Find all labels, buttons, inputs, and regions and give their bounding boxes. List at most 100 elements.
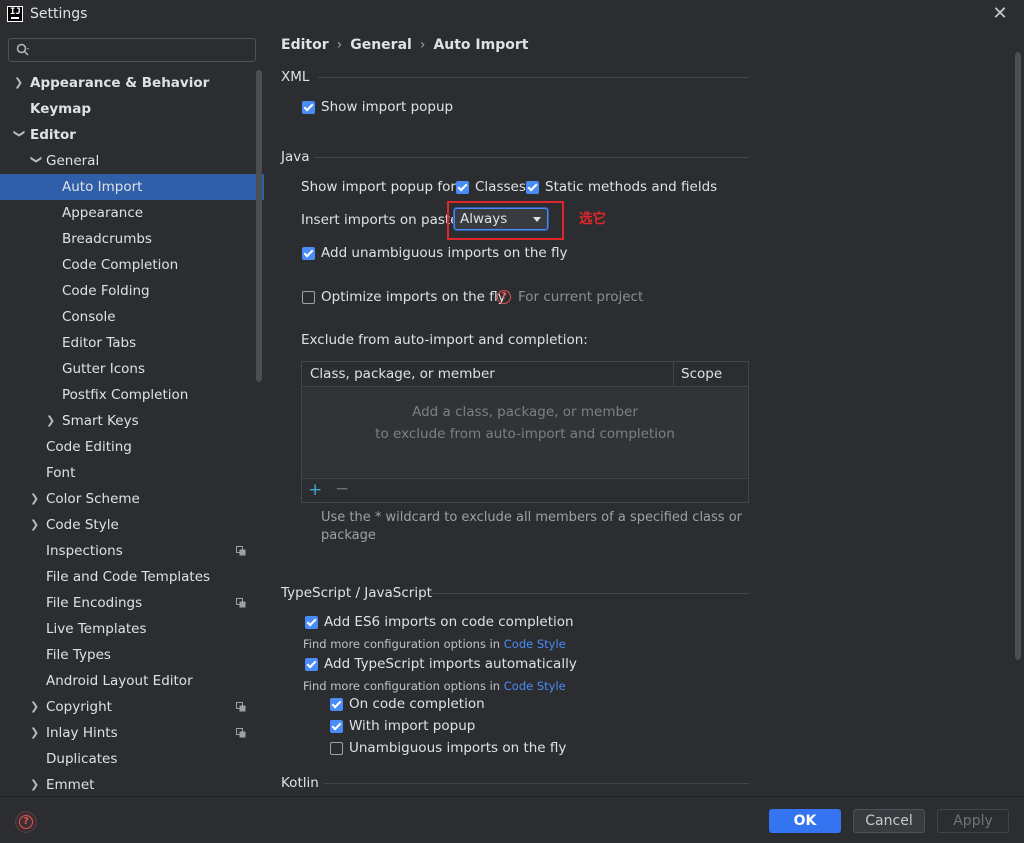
chevron-right-icon[interactable]: ❯: [30, 486, 42, 512]
settings-content: Editor › General › Auto Import XML Show impo…: [264, 30, 1024, 796]
chevron-right-icon[interactable]: ❯: [30, 720, 42, 746]
tree-item-editor-tabs[interactable]: Editor Tabs: [0, 330, 264, 356]
annotation-note: 选它: [579, 211, 606, 227]
search-input[interactable]: [35, 41, 250, 59]
chevron-right-icon[interactable]: ❯: [30, 772, 42, 798]
es6-imports-checkbox[interactable]: [305, 616, 318, 629]
optimize-imports-checkbox[interactable]: [302, 291, 315, 304]
tree-item-color-scheme[interactable]: ❯ Color Scheme: [0, 486, 264, 512]
table-toolbar: + −: [302, 478, 748, 502]
dropdown-value: Always: [460, 211, 508, 227]
tree-item-appearance-behavior[interactable]: ❯ Appearance & Behavior: [0, 70, 264, 96]
section-divider: [324, 783, 749, 784]
code-style-link[interactable]: Code Style: [504, 679, 566, 693]
sidebar-scrollbar[interactable]: [256, 70, 262, 382]
tree-item-copyright[interactable]: ❯ Copyright: [0, 694, 264, 720]
empty-text-line1: Add a class, package, or member: [412, 404, 638, 420]
project-scope-icon: [236, 546, 246, 556]
section-divider: [318, 77, 749, 78]
tree-item-breadcrumbs[interactable]: Breadcrumbs: [0, 226, 264, 252]
code-style-link[interactable]: Code Style: [504, 637, 566, 651]
close-icon[interactable]: ✕: [990, 4, 1010, 24]
tree-item-console[interactable]: Console: [0, 304, 264, 330]
remove-icon[interactable]: −: [335, 479, 349, 499]
project-scope-icon: [236, 728, 246, 738]
project-scope-icon: [236, 702, 246, 712]
dialog-footer: ? OK Cancel Apply: [0, 796, 1024, 843]
column-header-class[interactable]: Class, package, or member: [310, 366, 495, 382]
empty-text-line2: to exclude from auto-import and completi…: [375, 426, 675, 442]
find-more-hint-2: Find more configuration options in Code …: [303, 679, 566, 693]
add-icon[interactable]: +: [308, 480, 322, 500]
classes-checkbox[interactable]: [456, 181, 469, 194]
static-methods-checkbox[interactable]: [526, 181, 539, 194]
section-title-kotlin: Kotlin: [281, 775, 319, 791]
breadcrumb: Editor › General › Auto Import: [281, 37, 529, 53]
xml-show-popup-checkbox[interactable]: [302, 101, 315, 114]
exclude-label: Exclude from auto-import and completion:: [301, 332, 588, 348]
section-title-xml: XML: [281, 69, 310, 85]
tree-item-keymap[interactable]: Keymap: [0, 96, 264, 122]
wildcard-hint-line2: package: [321, 528, 376, 543]
ts-unambiguous-label: Unambiguous imports on the fly: [349, 740, 567, 756]
window-title: Settings: [30, 6, 88, 22]
tree-item-font[interactable]: Font: [0, 460, 264, 486]
chevron-right-icon[interactable]: ❯: [46, 408, 58, 434]
tree-item-emmet[interactable]: ❯ Emmet: [0, 772, 264, 798]
tree-item-android-layout-editor[interactable]: Android Layout Editor: [0, 668, 264, 694]
tree-item-live-templates[interactable]: Live Templates: [0, 616, 264, 642]
insert-on-paste-dropdown[interactable]: Always: [454, 208, 548, 230]
static-methods-label: Static methods and fields: [545, 179, 718, 195]
ts-auto-imports-checkbox[interactable]: [305, 658, 318, 671]
tree-item-auto-import[interactable]: Auto Import: [0, 174, 264, 200]
wildcard-hint-line1: Use the * wildcard to exclude all member…: [321, 510, 743, 525]
project-scope-icon: [236, 598, 246, 608]
settings-search[interactable]: [8, 38, 256, 62]
tree-item-file-types[interactable]: File Types: [0, 642, 264, 668]
add-unambiguous-checkbox[interactable]: [302, 247, 315, 260]
chevron-right-icon[interactable]: ❯: [30, 512, 42, 538]
settings-sidebar: ❯ Appearance & Behavior Keymap ❯ Editor …: [0, 30, 264, 796]
tree-item-code-style[interactable]: ❯ Code Style: [0, 512, 264, 538]
tree-item-gutter-icons[interactable]: Gutter Icons: [0, 356, 264, 382]
ok-button[interactable]: OK: [769, 809, 841, 833]
with-popup-checkbox[interactable]: [330, 720, 343, 733]
breadcrumb-editor[interactable]: Editor: [281, 37, 329, 53]
tree-item-code-completion[interactable]: Code Completion: [0, 252, 264, 278]
table-header: Class, package, or member Scope: [302, 362, 748, 387]
add-unambiguous-label: Add unambiguous imports on the fly: [321, 245, 568, 261]
tree-item-general[interactable]: ❯ General: [0, 148, 264, 174]
tree-item-postfix-completion[interactable]: Postfix Completion: [0, 382, 264, 408]
tree-item-code-folding[interactable]: Code Folding: [0, 278, 264, 304]
tree-item-inspections[interactable]: Inspections: [0, 538, 264, 564]
cancel-button[interactable]: Cancel: [853, 809, 925, 833]
tree-item-appearance[interactable]: Appearance: [0, 200, 264, 226]
chevron-right-icon[interactable]: ❯: [30, 694, 42, 720]
show-popup-for-label: Show import popup for:: [301, 179, 461, 195]
tree-item-code-editing[interactable]: Code Editing: [0, 434, 264, 460]
help-icon: ?: [19, 815, 33, 829]
classes-label: Classes: [475, 179, 526, 195]
column-header-scope[interactable]: Scope: [681, 366, 722, 382]
tree-item-file-code-templates[interactable]: File and Code Templates: [0, 564, 264, 590]
with-popup-label: With import popup: [349, 718, 476, 734]
help-button[interactable]: ?: [15, 811, 37, 833]
breadcrumb-general[interactable]: General: [350, 37, 412, 53]
chevron-right-icon[interactable]: ❯: [14, 70, 26, 96]
content-scrollbar[interactable]: [1015, 52, 1021, 660]
apply-button[interactable]: Apply: [937, 809, 1009, 833]
on-completion-label: On code completion: [349, 696, 485, 712]
tree-item-inlay-hints[interactable]: ❯ Inlay Hints: [0, 720, 264, 746]
on-completion-checkbox[interactable]: [330, 698, 343, 711]
breadcrumb-auto-import: Auto Import: [433, 37, 529, 53]
chevron-down-icon[interactable]: ❯: [6, 129, 32, 141]
ts-unambiguous-checkbox[interactable]: [330, 742, 343, 755]
help-icon[interactable]: ?: [497, 290, 511, 304]
tree-item-duplicates[interactable]: Duplicates: [0, 746, 264, 772]
exclude-table: Class, package, or member Scope Add a cl…: [301, 361, 749, 503]
tree-item-editor[interactable]: ❯ Editor: [0, 122, 264, 148]
table-body[interactable]: Add a class, package, or member to exclu…: [302, 388, 748, 477]
tree-item-file-encodings[interactable]: File Encodings: [0, 590, 264, 616]
section-divider: [431, 593, 749, 594]
tree-item-smart-keys[interactable]: ❯ Smart Keys: [0, 408, 264, 434]
